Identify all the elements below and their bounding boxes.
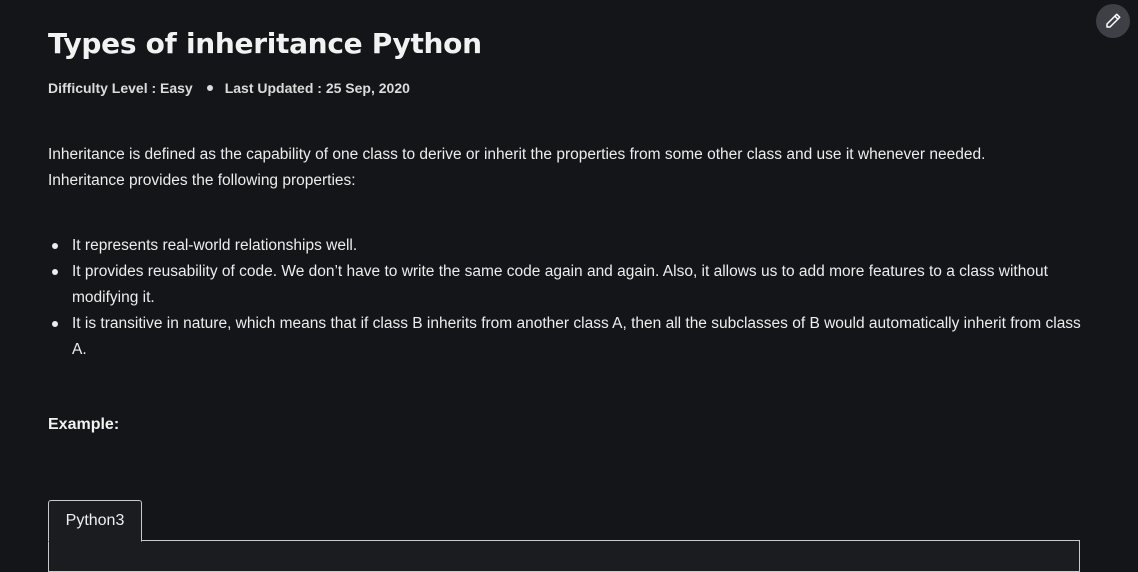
tab-python3[interactable]: Python3 <box>48 500 142 542</box>
edit-article-button[interactable] <box>1096 4 1130 38</box>
intro-paragraph: Inheritance is defined as the capability… <box>48 146 986 189</box>
list-item: It provides reusability of code. We don’… <box>52 259 1092 311</box>
example-heading: Example: <box>48 416 120 433</box>
meta-separator <box>206 85 213 91</box>
last-updated: Last Updated : 25 Sep, 2020 <box>224 80 410 96</box>
list-item: It is transitive in nature, which means … <box>52 311 1092 363</box>
pencil-icon <box>1106 13 1121 28</box>
list-item: It represents real-world relationships w… <box>52 233 1092 259</box>
difficulty-level: Difficulty Level : Easy <box>48 80 193 96</box>
properties-list: It represents real-world relationships w… <box>48 233 1092 363</box>
article-title: Types of inheritance Python <box>48 27 482 60</box>
code-panel <box>48 540 1080 572</box>
article-meta: Difficulty Level : Easy Last Updated : 2… <box>48 80 410 96</box>
